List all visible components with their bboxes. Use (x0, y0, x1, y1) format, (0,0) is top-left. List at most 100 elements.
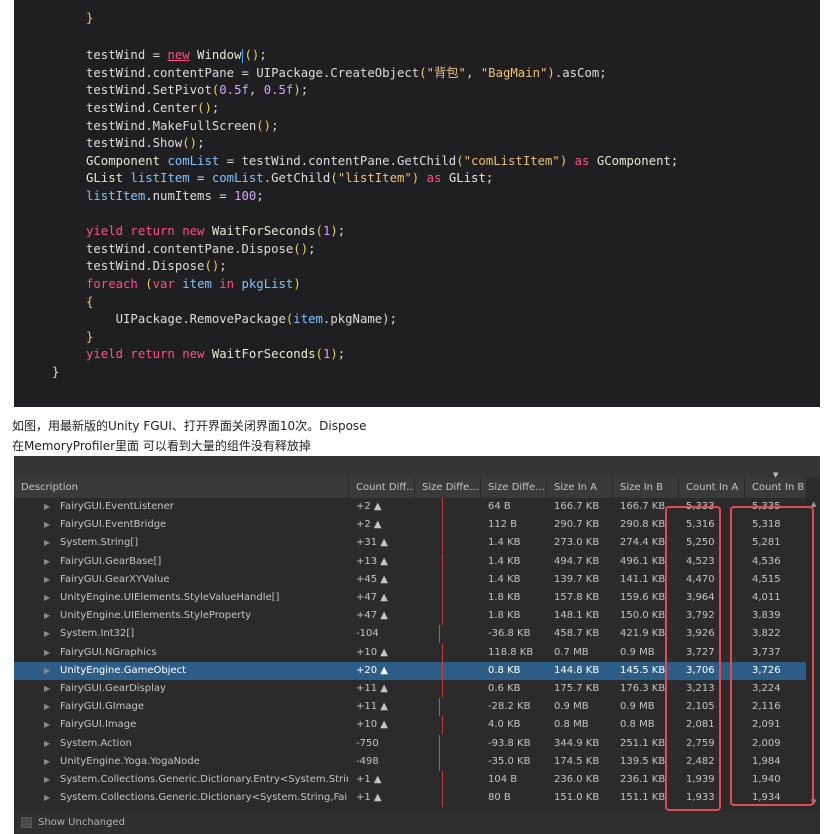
column-header-size-in-b[interactable]: Size In B (613, 478, 679, 498)
code-token: listItem (130, 171, 190, 186)
expand-arrow-icon[interactable]: ▶ (44, 571, 50, 589)
code-token: () (256, 118, 272, 133)
code-token: ) (330, 224, 338, 239)
size-increase-bar (442, 589, 443, 607)
row-count-diff: +10 ▲ (356, 719, 388, 731)
row-count-diff: +11 ▲ (356, 701, 388, 713)
code-token: testWind.contentPane.Dispose (86, 241, 294, 256)
expand-arrow-icon[interactable]: ▶ (44, 553, 50, 571)
expand-arrow-icon[interactable]: ▶ (44, 589, 50, 607)
caption-line-1: 如图，用最新版的Unity FGUI、打开界面关闭界面10次。Dispose (12, 419, 367, 433)
expand-arrow-icon[interactable]: ▶ (44, 698, 50, 716)
code-token: testWind.Center (86, 101, 198, 115)
column-header-count-in-a[interactable]: Count In A (679, 478, 745, 498)
code-line: testWind.Show(); (86, 134, 204, 152)
code-token: () (197, 101, 212, 115)
row-count-diff: +1 ▲ (356, 774, 382, 785)
code-token: Window (189, 48, 242, 63)
size-decrease-bar (439, 625, 440, 644)
code-line: } (86, 328, 93, 346)
size-increase-bar (442, 607, 443, 626)
sort-descending-icon: ▼ (773, 471, 779, 479)
row-size-diff: 1.4 KB (488, 573, 521, 585)
row-description: UnityEngine.GameObject (60, 664, 187, 676)
code-token: .numItems = (145, 189, 235, 203)
code-line: testWind.contentPane.Dispose(); (86, 240, 316, 258)
show-unchanged-label: Show Unchanged (38, 817, 125, 828)
row-size-diff: -35.0 KB (488, 755, 531, 767)
code-token: comList (167, 153, 220, 168)
row-description: UnityEngine.UIElements.StyleProperty (60, 610, 252, 622)
expand-arrow-icon[interactable]: ▶ (44, 534, 50, 552)
code-token: .asCom; (554, 65, 607, 80)
row-description: FairyGUI.GearBase[] (60, 555, 162, 567)
code-token: .pkgName) (322, 312, 390, 327)
column-header-count-diff[interactable]: Count Diff... (349, 478, 415, 498)
code-token: testWind = (86, 48, 168, 63)
row-size-diff: -28.2 KB (488, 701, 531, 713)
show-unchanged-checkbox[interactable] (21, 817, 32, 828)
row-size-a: 0.9 MB (554, 701, 589, 713)
expand-arrow-icon[interactable]: ▶ (44, 498, 50, 516)
row-size-diff: 1.8 KB (488, 592, 521, 603)
code-token: } (52, 365, 60, 379)
expand-arrow-icon[interactable]: ▶ (44, 789, 50, 807)
row-size-diff: 104 B (488, 774, 518, 785)
expand-arrow-icon[interactable]: ▶ (44, 662, 50, 680)
column-header-size-diff[interactable]: Size Diffe... (481, 478, 547, 498)
highlight-box-count-in-b (730, 506, 814, 806)
row-count-diff: +45 ▲ (356, 573, 388, 585)
size-increase-bar (442, 661, 443, 680)
column-header-size-in-a[interactable]: Size In A (547, 478, 613, 498)
expand-arrow-icon[interactable]: ▶ (44, 771, 50, 789)
row-size-a: 166.7 KB (554, 501, 600, 512)
row-count-diff: +2 ▲ (356, 519, 382, 531)
row-size-diff: -36.8 KB (488, 628, 531, 640)
expand-arrow-icon[interactable]: ▶ (44, 644, 50, 662)
code-token: comList (211, 171, 264, 186)
expand-arrow-icon[interactable]: ▶ (44, 680, 50, 698)
profiler-top-strip (14, 456, 820, 478)
code-token: testWind.SetPivot (86, 83, 212, 98)
expand-arrow-icon[interactable]: ▶ (44, 516, 50, 534)
row-description: System.Int32[] (60, 628, 135, 640)
code-token: as (567, 153, 590, 168)
row-size-a: 290.7 KB (554, 519, 600, 531)
code-token: listItem (86, 189, 146, 203)
code-token: { (86, 294, 94, 309)
code-line: testWind.Center(); (86, 99, 219, 117)
code-token: new (167, 48, 190, 63)
column-header-description[interactable]: Description (14, 478, 349, 498)
code-line: testWind = new Window (); (86, 46, 267, 64)
code-token: ) (293, 83, 301, 98)
code-line: yield return new WaitForSeconds(1); (86, 345, 345, 363)
expand-arrow-icon[interactable]: ▶ (44, 753, 50, 771)
expand-arrow-icon[interactable]: ▶ (44, 716, 50, 734)
profiler-footer: Show Unchanged (14, 812, 820, 834)
size-increase-bar (442, 680, 443, 698)
column-header-size-diff-bar[interactable]: Size Diffe... (415, 478, 481, 498)
row-size-diff: 112 B (488, 519, 518, 531)
code-token: ( (456, 153, 464, 168)
row-count-diff: -104 (356, 628, 379, 640)
code-line: } (52, 363, 59, 381)
row-description: FairyGUI.GearDisplay (60, 683, 166, 694)
column-header-count-in-b[interactable]: Count In B (745, 478, 807, 498)
code-token: ; (300, 83, 309, 98)
code-line: GComponent comList = testWind.contentPan… (86, 152, 678, 170)
code-token: item (293, 312, 323, 327)
code-token: testWind.MakeFullScreen (86, 118, 257, 133)
code-token: GComponent; (589, 153, 679, 168)
expand-arrow-icon[interactable]: ▶ (44, 625, 50, 643)
row-size-a: 0.7 MB (554, 646, 589, 658)
code-token: = (189, 171, 212, 186)
row-count-diff: +47 ▲ (356, 610, 388, 622)
code-token: GComponent (86, 153, 168, 168)
expand-arrow-icon[interactable]: ▶ (44, 607, 50, 625)
size-increase-bar (442, 570, 443, 589)
row-size-diff: 1.8 KB (488, 610, 521, 622)
expand-arrow-icon[interactable]: ▶ (44, 735, 50, 753)
code-token: testWind.contentPane = UIPackage.CreateO… (86, 65, 420, 80)
row-size-a: 139.7 KB (554, 573, 600, 585)
row-description: FairyGUI.NGraphics (60, 646, 157, 658)
